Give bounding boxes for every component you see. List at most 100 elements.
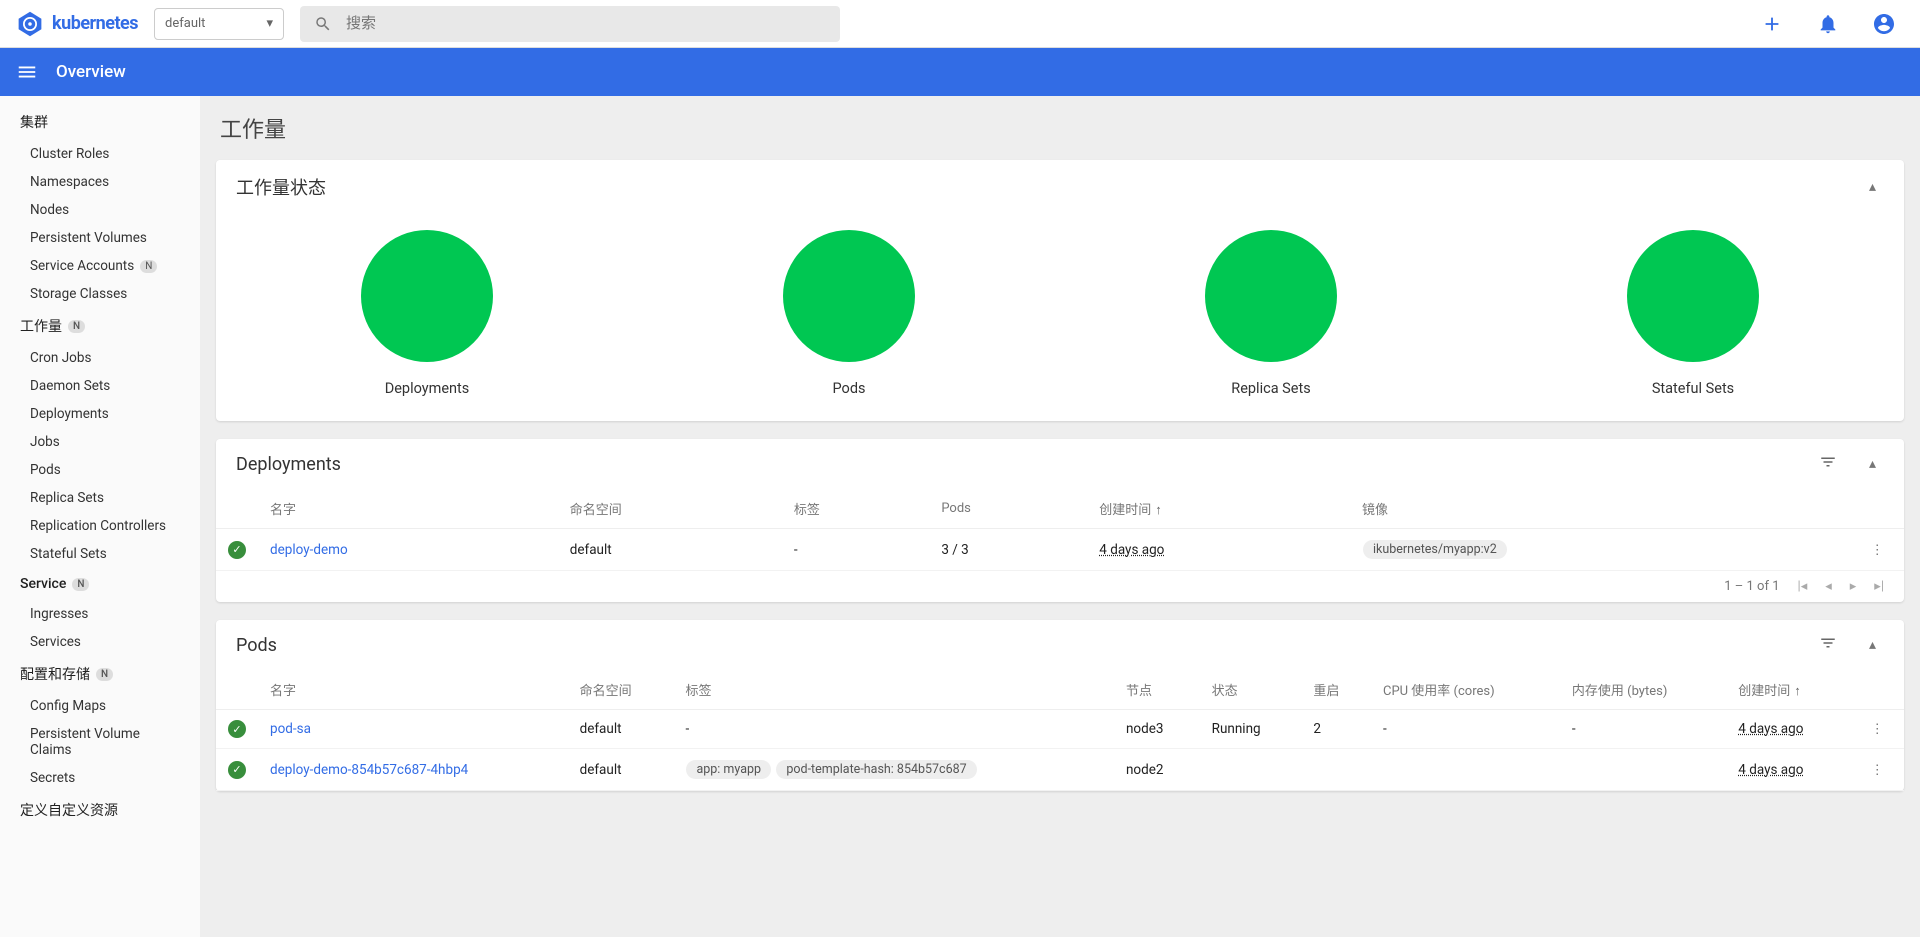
cell-restarts (1301, 749, 1371, 791)
col-namespace[interactable]: 命名空间 (558, 489, 782, 529)
deploy-link[interactable]: deploy-demo (270, 542, 348, 558)
col-pods[interactable]: Pods (929, 489, 1087, 529)
sidebar-section[interactable]: 工作量N (0, 308, 200, 344)
col-labels[interactable]: 标签 (782, 489, 929, 529)
col-labels[interactable]: 标签 (673, 670, 1114, 710)
sidebar-item[interactable]: Secrets (0, 764, 200, 792)
badge: N (140, 260, 157, 273)
status-chart (1627, 230, 1759, 362)
namespace-select[interactable]: default ▾ (154, 8, 284, 40)
search-input[interactable] (346, 15, 826, 32)
logo[interactable]: kubernetes (16, 10, 138, 38)
logo-text: kubernetes (52, 13, 138, 34)
col-namespace[interactable]: 命名空间 (568, 670, 674, 710)
col-name[interactable]: 名字 (258, 670, 568, 710)
sidebar-item[interactable]: Service AccountsN (0, 252, 200, 280)
status-label: Deployments (385, 380, 470, 397)
search-icon (314, 15, 332, 33)
sidebar-section[interactable]: 集群 (0, 104, 200, 140)
deployments-title: Deployments (236, 454, 1811, 475)
sidebar-item[interactable]: Deployments (0, 400, 200, 428)
notifications-button[interactable] (1808, 4, 1848, 44)
kubernetes-icon (16, 10, 44, 38)
pagination-info: 1 – 1 of 1 (1724, 579, 1779, 594)
deployments-pagination: 1 – 1 of 1 |◂ ◂ ▸ ▸| (216, 571, 1904, 602)
collapse-icon[interactable]: ▴ (1861, 456, 1884, 472)
collapse-icon[interactable]: ▴ (1861, 637, 1884, 653)
cell-node: node3 (1114, 710, 1200, 749)
sidebar-item[interactable]: Cluster Roles (0, 140, 200, 168)
sidebar-item[interactable]: Persistent Volume Claims (0, 720, 200, 764)
sidebar-section[interactable]: ServiceN (0, 568, 200, 600)
col-restarts[interactable]: 重启 (1301, 670, 1371, 710)
account-icon (1872, 12, 1896, 36)
sidebar-item[interactable]: Storage Classes (0, 280, 200, 308)
col-name[interactable]: 名字 (258, 489, 558, 529)
sidebar-item[interactable]: Pods (0, 456, 200, 484)
cell-status: Running (1200, 710, 1302, 749)
collapse-icon[interactable]: ▴ (1861, 179, 1884, 195)
status-chart (783, 230, 915, 362)
more-icon[interactable]: ⋮ (1863, 542, 1893, 558)
first-page-icon[interactable]: |◂ (1798, 579, 1808, 594)
status-label: Pods (833, 380, 866, 397)
status-chart (1205, 230, 1337, 362)
more-icon[interactable]: ⋮ (1863, 762, 1893, 778)
topbar: kubernetes default ▾ (0, 0, 1920, 48)
cell-created: 4 days ago (1087, 529, 1350, 571)
page-title: 工作量 (216, 112, 1904, 144)
col-node[interactable]: 节点 (1114, 670, 1200, 710)
sidebar-item[interactable]: Stateful Sets (0, 540, 200, 568)
filter-icon[interactable] (1811, 453, 1845, 475)
col-created[interactable]: 创建时间↑ (1726, 670, 1850, 710)
sidebar-item[interactable]: Ingresses (0, 600, 200, 628)
sidebar-item[interactable]: Replication Controllers (0, 512, 200, 540)
status-item: Replica Sets (1205, 230, 1337, 397)
pod-link[interactable]: pod-sa (270, 721, 311, 737)
col-status[interactable]: 状态 (1200, 670, 1302, 710)
pod-link[interactable]: deploy-demo-854b57c687-4hbp4 (270, 762, 468, 778)
col-images[interactable]: 镜像 (1350, 489, 1850, 529)
cell-restarts: 2 (1301, 710, 1371, 749)
cell-created: 4 days ago (1726, 749, 1850, 791)
account-button[interactable] (1864, 4, 1904, 44)
badge: N (68, 320, 85, 333)
filter-icon[interactable] (1811, 634, 1845, 656)
create-button[interactable] (1752, 4, 1792, 44)
next-page-icon[interactable]: ▸ (1850, 579, 1857, 594)
workload-status-card: 工作量状态 ▴ DeploymentsPodsReplica SetsState… (216, 160, 1904, 421)
menu-icon[interactable] (16, 61, 38, 83)
sidebar-item[interactable]: Daemon Sets (0, 372, 200, 400)
col-memory[interactable]: 内存使用 (bytes) (1560, 670, 1726, 710)
search-box[interactable] (300, 6, 840, 42)
cell-memory: - (1560, 710, 1726, 749)
pods-card: Pods ▴ 名字 命名空间 标签 节点 状态 重启 CPU 使用率 (core… (216, 620, 1904, 791)
namespace-selected: default (165, 16, 205, 31)
cell-namespace: default (568, 749, 674, 791)
sidebar-item[interactable]: Replica Sets (0, 484, 200, 512)
sidebar-section[interactable]: 定义自定义资源 (0, 792, 200, 828)
status-label: Stateful Sets (1652, 380, 1734, 397)
success-icon: ✓ (228, 541, 246, 559)
sidebar-item[interactable]: Jobs (0, 428, 200, 456)
sidebar-item[interactable]: Config Maps (0, 692, 200, 720)
sidebar-item[interactable]: Namespaces (0, 168, 200, 196)
sidebar-item[interactable]: Nodes (0, 196, 200, 224)
sidebar-section[interactable]: 配置和存储N (0, 656, 200, 692)
sidebar-item[interactable]: Persistent Volumes (0, 224, 200, 252)
more-icon[interactable]: ⋮ (1863, 721, 1893, 737)
col-created[interactable]: 创建时间↑ (1087, 489, 1350, 529)
table-row: ✓ deploy-demo default - 3 / 3 4 days ago… (216, 529, 1904, 571)
prev-page-icon[interactable]: ◂ (1825, 579, 1832, 594)
cell-created: 4 days ago (1726, 710, 1850, 749)
badge: N (96, 668, 113, 681)
last-page-icon[interactable]: ▸| (1874, 579, 1884, 594)
sidebar: 集群Cluster RolesNamespacesNodesPersistent… (0, 96, 200, 937)
col-cpu[interactable]: CPU 使用率 (cores) (1371, 670, 1560, 710)
sidebar-item[interactable]: Cron Jobs (0, 344, 200, 372)
deployments-table: 名字 命名空间 标签 Pods 创建时间↑ 镜像 ✓ deploy-demo d… (216, 489, 1904, 571)
pods-title: Pods (236, 635, 1811, 656)
sidebar-item[interactable]: Services (0, 628, 200, 656)
cell-image: ikubernetes/myapp:v2 (1350, 529, 1850, 571)
cell-cpu (1371, 749, 1560, 791)
